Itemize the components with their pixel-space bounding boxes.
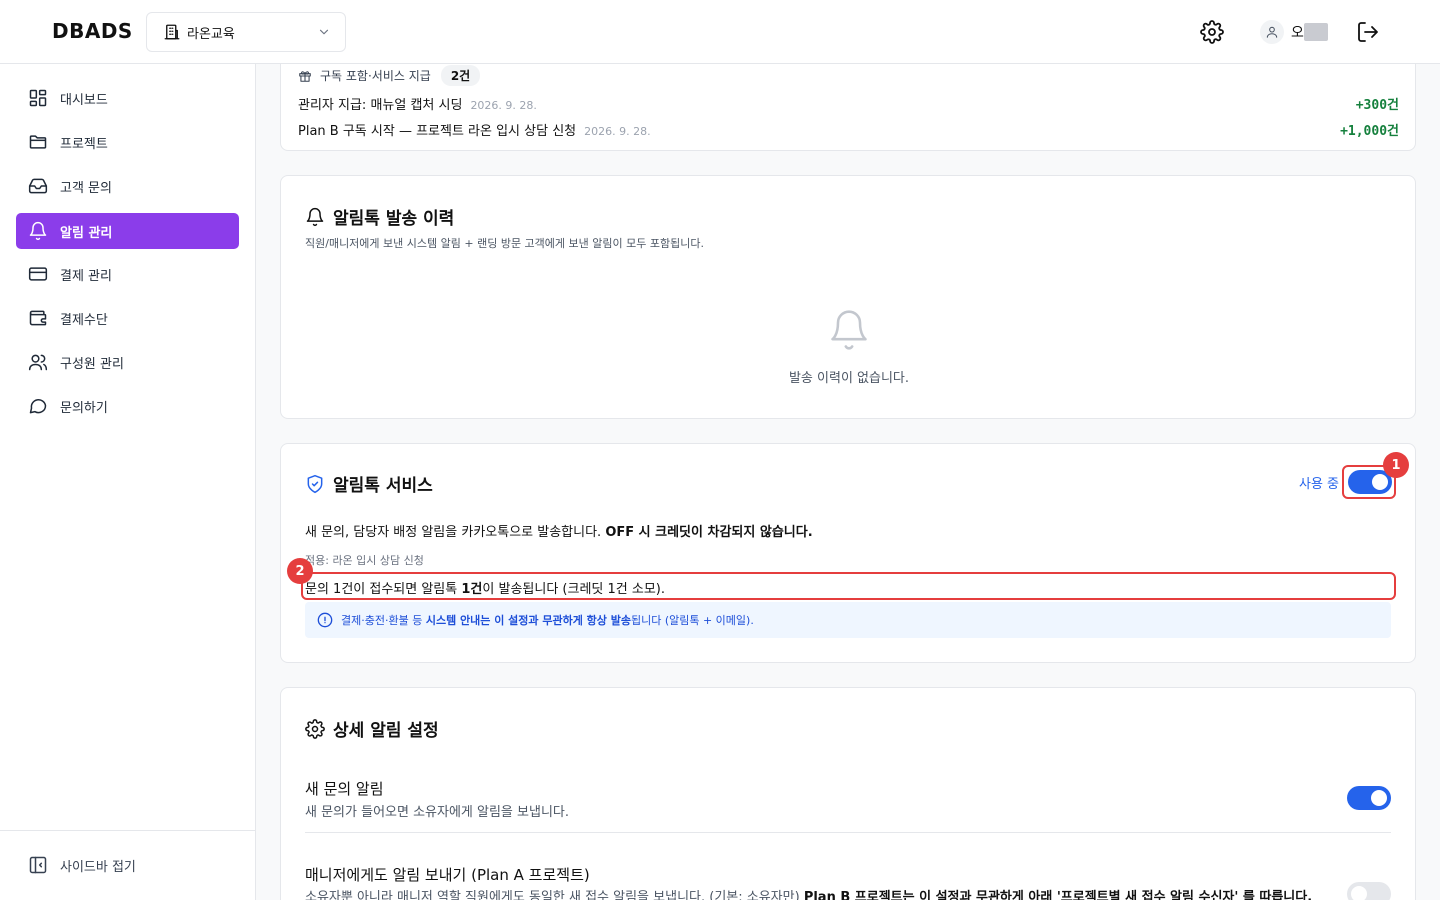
new-inquiry-toggle[interactable]	[1347, 786, 1391, 810]
manager-notify-toggle[interactable]	[1347, 882, 1391, 900]
panel-collapse-icon	[28, 855, 48, 875]
gift-icon	[298, 69, 312, 83]
service-description: 새 문의, 담당자 배정 알림을 카카오톡으로 발송합니다. OFF 시 크레딧…	[305, 525, 813, 540]
sidebar-item-customer-inquiries[interactable]: 고객 문의	[16, 168, 239, 204]
card-title: 알림톡 서비스	[305, 471, 433, 496]
user-menu[interactable]: 오	[1260, 20, 1328, 44]
alimtalk-history-card: 알림톡 발송 이력 직원/매니저에게 보낸 시스템 알림 + 랜딩 방문 고객에…	[280, 175, 1416, 419]
chevron-down-icon	[317, 25, 331, 39]
card-title: 상세 알림 설정	[305, 716, 439, 741]
ledger-title: Plan B 구독 시작 — 프로젝트 라온 입시 상담 신청	[298, 124, 577, 139]
marker-2: 2	[287, 558, 313, 584]
sidebar: 대시보드 프로젝트 고객 문의 알림 관리 결제 관리 결제수단 구성원 관리 …	[0, 64, 256, 900]
collapse-sidebar-button[interactable]: 사이드바 접기	[28, 855, 136, 875]
sidebar-item-dashboard[interactable]: 대시보드	[16, 80, 239, 116]
card-title: 알림톡 발송 이력	[305, 204, 454, 229]
sidebar-item-label: 구성원 관리	[60, 356, 124, 372]
sidebar-item-label: 결제 관리	[60, 268, 112, 284]
sidebar-item-notifications[interactable]: 알림 관리	[16, 213, 239, 249]
redacted-name-block	[1303, 23, 1328, 41]
users-icon	[28, 352, 48, 372]
wallet-icon	[28, 308, 48, 328]
building-icon	[163, 23, 181, 41]
credit-ledger-card: 구독 포함·서비스 지급 2건 관리자 지급: 매뉴얼 캡처 시딩 2026. …	[280, 64, 1416, 154]
detail-title: 상세 알림 설정	[333, 721, 439, 741]
gear-icon	[305, 718, 325, 739]
user-name: 오	[1291, 25, 1304, 41]
detail-settings-card: 상세 알림 설정 새 문의 알림 새 문의가 들어오면 소유자에게 알림을 보냅…	[280, 687, 1416, 900]
system-notice-banner: 결제·충전·환불 등 시스템 안내는 이 설정과 무관하게 항상 발송됩니다 (…	[305, 602, 1391, 638]
setting-manager-notify-title: 매니저에게도 알림 보내기 (Plan A 프로젝트)	[305, 866, 590, 884]
sidebar-item-label: 문의하기	[60, 400, 108, 416]
sidebar-item-projects[interactable]: 프로젝트	[16, 124, 239, 160]
setting-new-inquiry-desc: 새 문의가 들어오면 소유자에게 알림을 보냅니다.	[305, 805, 569, 820]
package-row: 구독 포함·서비스 지급 2건	[298, 65, 481, 86]
collapse-label: 사이드바 접기	[60, 859, 136, 875]
sidebar-item-label: 고객 문의	[60, 180, 112, 196]
organization-select[interactable]: 라온교육	[146, 12, 346, 52]
empty-bell-icon	[827, 306, 871, 354]
sidebar-item-members[interactable]: 구성원 관리	[16, 344, 239, 380]
sidebar-item-label: 알림 관리	[60, 225, 113, 241]
setting-new-inquiry-title: 새 문의 알림	[305, 780, 384, 798]
service-toggle-label: 사용 중	[1298, 477, 1339, 492]
credit-card-icon	[28, 264, 48, 284]
app-logo[interactable]: DBADS	[52, 19, 133, 43]
ledger-date: 2026. 9. 28.	[584, 125, 651, 138]
history-subtitle: 직원/매니저에게 보낸 시스템 알림 + 랜딩 방문 고객에게 보낸 알림이 모…	[305, 237, 704, 250]
ledger-amount: +300건	[1355, 98, 1399, 113]
setting-manager-notify-desc: 소유자뿐 아니라 매니저 역할 직원에게도 동일한 새 접수 알림을 보냅니다.…	[305, 890, 1313, 900]
sidebar-item-label: 결제수단	[60, 312, 108, 328]
highlight-box-2	[301, 572, 1396, 600]
sidebar-footer: 사이드바 접기	[0, 830, 255, 900]
history-title: 알림톡 발송 이력	[333, 209, 455, 229]
bell-icon	[28, 221, 48, 241]
marker-1: 1	[1383, 452, 1409, 478]
sidebar-item-payment-methods[interactable]: 결제수단	[16, 300, 239, 336]
divider	[305, 832, 1391, 833]
service-title: 알림톡 서비스	[333, 476, 433, 496]
system-notice-text: 결제·충전·환불 등 시스템 안내는 이 설정과 무관하게 항상 발송됩니다 (…	[341, 614, 754, 627]
bell-icon	[305, 207, 325, 227]
sidebar-item-contact[interactable]: 문의하기	[16, 388, 239, 424]
inbox-icon	[28, 176, 48, 196]
grid-icon	[28, 88, 48, 108]
package-count-badge: 2건	[440, 65, 481, 86]
ledger-row: Plan B 구독 시작 — 프로젝트 라온 입시 상담 신청 2026. 9.…	[298, 120, 651, 139]
ledger-row: 관리자 지급: 매뉴얼 캡처 시딩 2026. 9. 28.	[298, 94, 537, 113]
shield-check-icon	[305, 474, 325, 494]
folder-icon	[28, 132, 48, 152]
sidebar-item-billing[interactable]: 결제 관리	[16, 256, 239, 292]
ledger-title: 관리자 지급: 매뉴얼 캡처 시딩	[298, 98, 463, 113]
organization-name: 라온교육	[187, 26, 235, 42]
alimtalk-service-card: 알림톡 서비스 사용 중 1 새 문의, 담당자 배정 알림을 카카오톡으로 발…	[280, 443, 1416, 663]
logout-icon[interactable]	[1356, 20, 1380, 44]
ledger-date: 2026. 9. 28.	[470, 99, 537, 112]
empty-state-text: 발송 이력이 없습니다.	[788, 371, 910, 386]
avatar	[1260, 20, 1284, 44]
settings-gear-icon[interactable]	[1200, 20, 1224, 44]
info-circle-icon	[317, 612, 333, 628]
sidebar-item-label: 프로젝트	[60, 136, 108, 152]
applied-project: 적용: 라온 입시 상담 신청	[305, 554, 424, 567]
message-circle-icon	[28, 396, 48, 416]
ledger-amount: +1,000건	[1340, 124, 1399, 139]
top-header: DBADS 라온교육 오	[0, 0, 1440, 64]
package-label: 구독 포함·서비스 지급	[320, 69, 431, 83]
sidebar-item-label: 대시보드	[60, 92, 108, 108]
